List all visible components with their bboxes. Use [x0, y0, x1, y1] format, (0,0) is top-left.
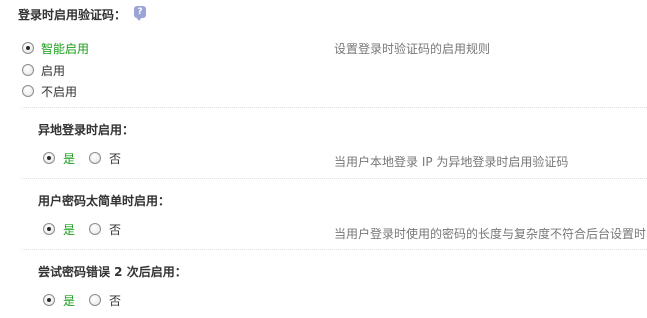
mode-option-smart-label[interactable]: 智能启用	[41, 40, 89, 57]
mode-option-enable[interactable]: 启用	[22, 62, 65, 78]
radio-smart[interactable]	[22, 42, 34, 54]
rule-weak-password-no-label[interactable]: 否	[109, 221, 121, 238]
rule-wrong-password-no-label[interactable]: 否	[109, 292, 121, 309]
captcha-settings-panel: 登录时启用验证码： ? 智能启用 启用 不启用 设置登录时验证码的启用规则 异地…	[0, 0, 647, 318]
rule-weak-password-yes-label[interactable]: 是	[63, 221, 75, 238]
rule-remote-login-no[interactable]: 否	[89, 150, 121, 167]
rule-weak-password-options: 是 否	[43, 221, 135, 237]
mode-option-disable-label[interactable]: 不启用	[41, 83, 77, 100]
radio-wrong-yes[interactable]	[43, 294, 55, 306]
captcha-title: 登录时启用验证码：	[18, 7, 127, 22]
mode-option-smart[interactable]: 智能启用	[22, 40, 89, 56]
radio-remote-yes[interactable]	[43, 152, 55, 164]
radio-weak-yes[interactable]	[43, 223, 55, 235]
rule-remote-login-options: 是 否	[43, 150, 135, 166]
rule-wrong-password-options: 是 否	[43, 292, 135, 308]
rule-weak-password-title: 用户密码太简单时启用：	[38, 194, 171, 208]
rule-remote-login-title: 异地登录时启用：	[38, 123, 135, 137]
radio-weak-no[interactable]	[89, 223, 102, 235]
captcha-title-row: 登录时启用验证码： ?	[18, 5, 147, 23]
mode-hint: 设置登录时验证码的启用规则	[334, 42, 491, 56]
rule-remote-login-no-label[interactable]: 否	[109, 150, 121, 167]
rule-weak-password-yes[interactable]: 是	[43, 221, 75, 238]
radio-wrong-no[interactable]	[89, 294, 102, 306]
divider	[22, 178, 647, 179]
rule-weak-password-hint: 当用户登录时使用的密码的长度与复杂度不符合后台设置时	[334, 227, 647, 241]
rule-remote-login-yes[interactable]: 是	[43, 150, 75, 167]
rule-wrong-password-yes[interactable]: 是	[43, 292, 75, 309]
rule-remote-login-yes-label[interactable]: 是	[63, 150, 75, 167]
rule-weak-password-no[interactable]: 否	[89, 221, 121, 238]
mode-option-enable-label[interactable]: 启用	[41, 62, 65, 79]
rule-remote-login-hint: 当用户本地登录 IP 为异地登录时启用验证码	[334, 155, 569, 169]
divider	[22, 107, 647, 108]
divider	[22, 249, 647, 250]
radio-enable[interactable]	[22, 64, 34, 76]
rule-wrong-password-yes-label[interactable]: 是	[63, 292, 75, 309]
radio-disable[interactable]	[22, 85, 34, 97]
radio-remote-no[interactable]	[89, 152, 102, 164]
rule-wrong-password-title: 尝试密码错误 2 次后启用：	[38, 265, 187, 279]
question-bubble-icon[interactable]: ?	[134, 6, 147, 21]
mode-option-disable[interactable]: 不启用	[22, 83, 77, 99]
rule-wrong-password-no[interactable]: 否	[89, 292, 121, 309]
